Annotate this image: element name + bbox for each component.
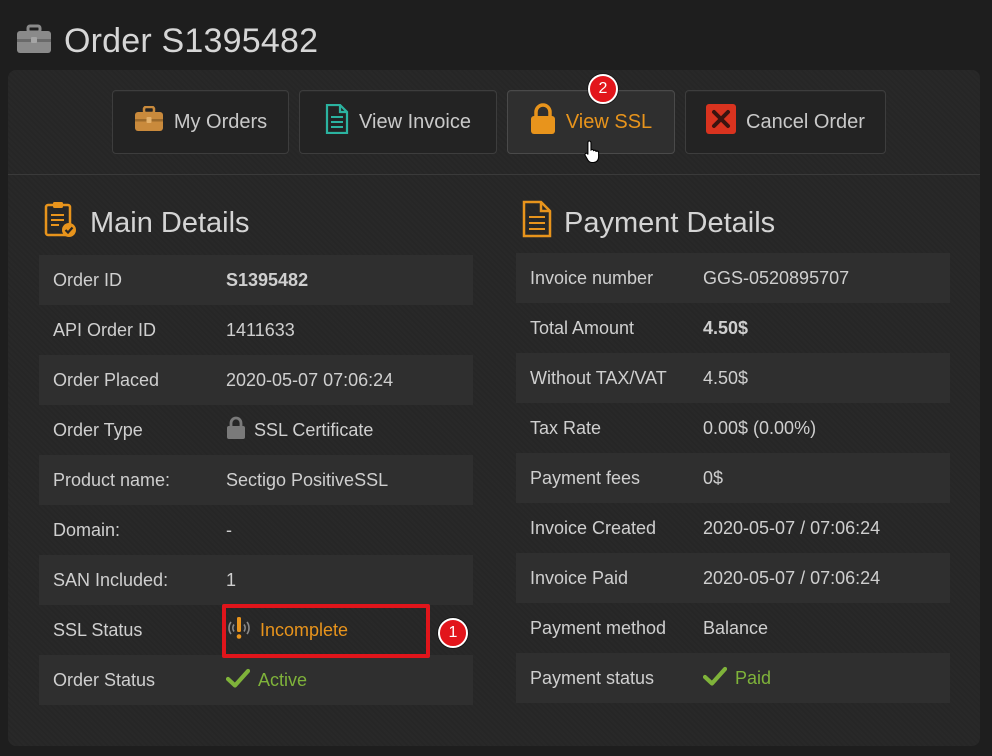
order-type-value: SSL Certificate — [226, 416, 373, 445]
lock-icon — [530, 103, 556, 141]
check-icon — [702, 666, 728, 691]
payment-method-value: Balance — [703, 617, 769, 638]
payment-status-text: Paid — [735, 667, 772, 688]
lock-icon — [226, 416, 246, 445]
table-row: Payment method Balance — [516, 603, 950, 653]
cancel-order-label: Cancel Order — [746, 110, 865, 133]
table-row: Payment status Paid — [516, 653, 950, 703]
table-row: Order ID S1395482 — [39, 255, 473, 305]
view-invoice-label: View Invoice — [359, 110, 471, 133]
mouse-pointer-icon — [584, 140, 602, 169]
payment-details-title: Payment Details — [564, 206, 776, 239]
cancel-order-button[interactable]: Cancel Order — [685, 90, 886, 154]
invoice-created-value: 2020-05-07 / 07:06:24 — [703, 517, 881, 538]
payment-details-table: Invoice number GGS-0520895707 Total Amou… — [516, 253, 950, 703]
main-details-title: Main Details — [90, 206, 250, 239]
close-icon — [706, 104, 737, 140]
row-label: Order ID — [53, 269, 123, 290]
row-label: Payment method — [530, 617, 667, 638]
invoice-paid-value: 2020-05-07 / 07:06:24 — [703, 567, 881, 588]
without-tax-value: 4.50$ — [703, 367, 749, 388]
row-label: Order Type — [53, 419, 143, 440]
clipboard-check-icon — [44, 200, 78, 246]
table-row: Tax Rate 0.00$ (0.00%) — [516, 403, 950, 453]
action-toolbar: My Orders View Invoice View SSL Cancel O… — [8, 70, 980, 175]
row-label: Without TAX/VAT — [530, 367, 667, 388]
table-row: SAN Included: 1 — [39, 555, 473, 605]
total-amount-value: 4.50$ — [703, 317, 749, 338]
row-label: Order Placed — [53, 369, 160, 390]
view-invoice-button[interactable]: View Invoice — [299, 90, 497, 154]
row-label: Payment status — [530, 667, 655, 688]
san-included-value: 1 — [226, 569, 237, 590]
document-icon — [522, 200, 552, 246]
payment-status-value: Paid — [702, 666, 772, 691]
row-label: Total Amount — [530, 317, 635, 338]
table-row: Product name: Sectigo PositiveSSL — [39, 455, 473, 505]
my-orders-button[interactable]: My Orders — [112, 90, 289, 154]
main-details-heading: Main Details — [44, 200, 250, 246]
annotation-highlight-box — [222, 604, 430, 658]
row-label: Tax Rate — [530, 417, 602, 438]
table-row: Order Status Active — [39, 655, 473, 705]
table-row: API Order ID 1411633 — [39, 305, 473, 355]
row-label: Payment fees — [530, 467, 641, 488]
table-row: Order Placed 2020-05-07 07:06:24 — [39, 355, 473, 405]
row-label: API Order ID — [53, 319, 157, 340]
row-label: Order Status — [53, 669, 156, 690]
table-row: Total Amount 4.50$ — [516, 303, 950, 353]
invoice-number-value: GGS-0520895707 — [703, 267, 850, 288]
annotation-badge-1: 1 — [438, 618, 468, 648]
row-label: SSL Status — [53, 619, 143, 640]
row-label: Product name: — [53, 469, 171, 490]
order-status-text: Active — [258, 669, 308, 690]
payment-details-heading: Payment Details — [522, 200, 775, 246]
row-label: Domain: — [53, 519, 121, 540]
product-name-value: Sectigo PositiveSSL — [226, 469, 389, 490]
api-order-id-value: 1411633 — [226, 319, 295, 340]
table-row: Without TAX/VAT 4.50$ — [516, 353, 950, 403]
page-header: Order S1395482 — [16, 18, 318, 64]
my-orders-label: My Orders — [173, 110, 268, 133]
order-id-value: S1395482 — [226, 269, 309, 290]
order-panel: My Orders View Invoice View SSL Cancel O… — [8, 70, 980, 746]
order-status-value: Active — [225, 668, 308, 693]
order-placed-value: 2020-05-07 07:06:24 — [226, 369, 394, 390]
table-row: Invoice Paid 2020-05-07 / 07:06:24 — [516, 553, 950, 603]
page-title: Order S1395482 — [64, 21, 319, 60]
table-row: Payment fees 0$ — [516, 453, 950, 503]
annotation-badge-2: 2 — [588, 74, 618, 104]
table-row: Order Type SSL Certificate — [39, 405, 473, 455]
row-label: SAN Included: — [53, 569, 169, 590]
payment-fees-value: 0$ — [703, 467, 724, 488]
tax-rate-value: 0.00$ (0.00%) — [703, 417, 817, 438]
row-label: Invoice Created — [530, 517, 657, 538]
row-label: Invoice Paid — [530, 567, 629, 588]
order-type-text: SSL Certificate — [254, 419, 374, 440]
briefcase-icon — [16, 24, 52, 59]
table-row: Invoice Created 2020-05-07 / 07:06:24 — [516, 503, 950, 553]
table-row: Invoice number GGS-0520895707 — [516, 253, 950, 303]
domain-value: - — [226, 519, 232, 540]
check-icon — [225, 668, 251, 693]
briefcase-icon — [134, 105, 164, 138]
view-ssl-label: View SSL — [565, 110, 653, 133]
table-row: Domain: - — [39, 505, 473, 555]
row-label: Invoice number — [530, 267, 654, 288]
document-icon — [325, 103, 349, 140]
